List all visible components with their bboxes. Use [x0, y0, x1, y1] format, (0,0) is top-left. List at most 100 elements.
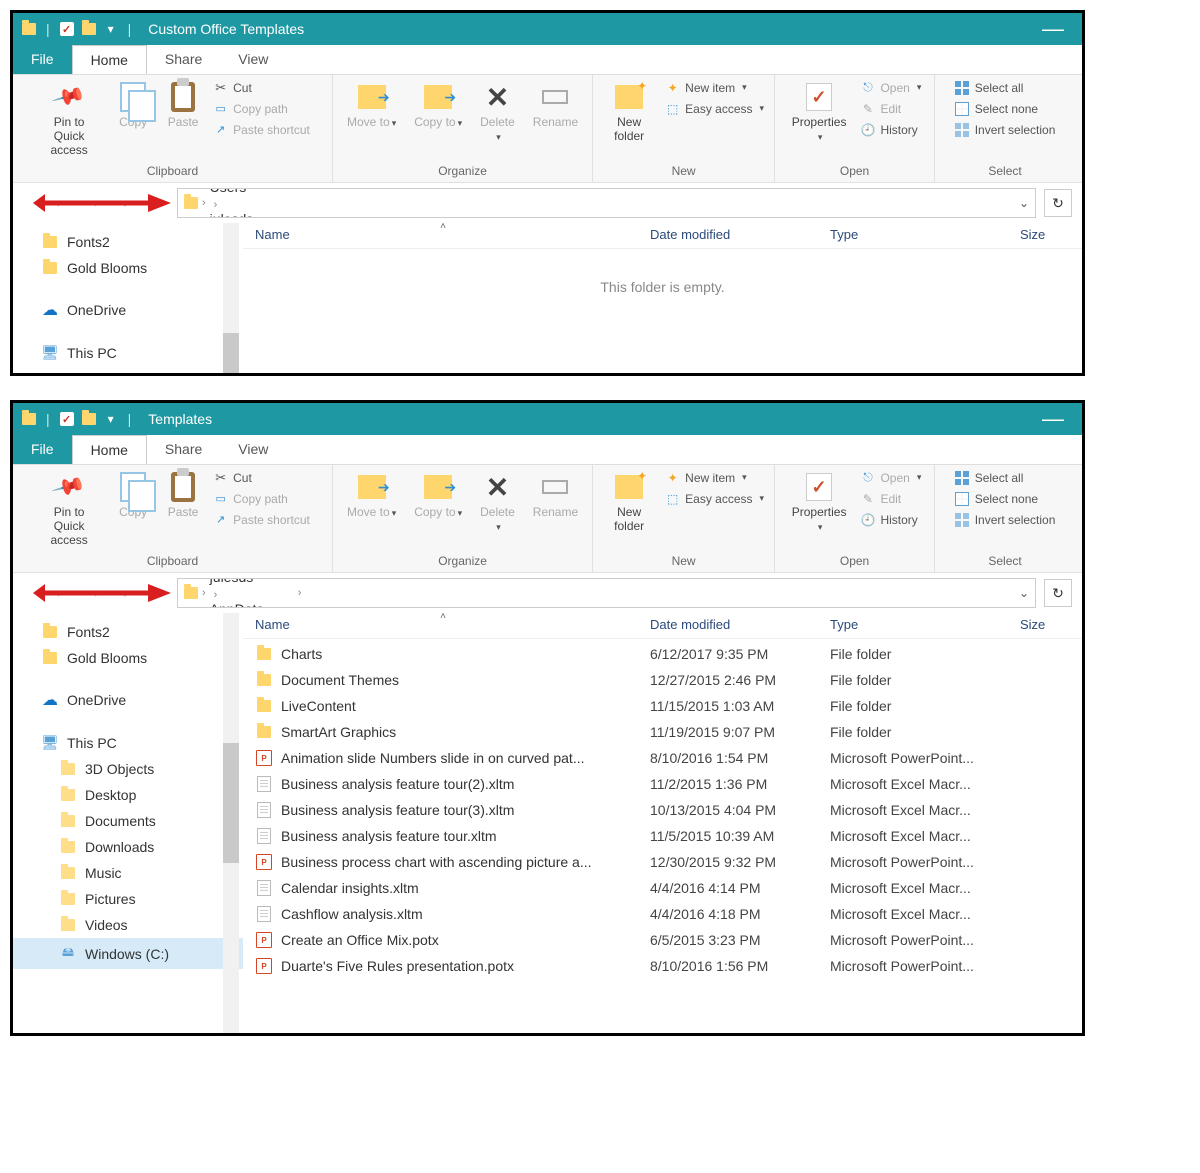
column-type[interactable]: Type — [830, 617, 1020, 632]
column-name[interactable]: Name — [255, 227, 650, 242]
nav-item[interactable]: Desktop — [13, 782, 243, 808]
nav-recent-button[interactable]: ▾ — [113, 191, 137, 215]
select-all-button[interactable]: Select all — [953, 79, 1058, 96]
history-button[interactable]: 🕘History — [858, 511, 923, 528]
pin-to-quick-access-button[interactable]: 📌 Pin to Quick access — [33, 79, 105, 159]
rename-button[interactable]: Rename — [527, 469, 584, 521]
refresh-button[interactable]: ↻ — [1044, 189, 1072, 217]
nav-item[interactable]: ☁OneDrive — [13, 295, 243, 325]
breadcrumb-segment[interactable]: AppData — [210, 601, 294, 608]
file-row[interactable]: PAnimation slide Numbers slide in on cur… — [255, 745, 1082, 771]
qat-dropdown-icon[interactable]: ▾ — [103, 21, 119, 37]
nav-item[interactable]: Videos — [13, 912, 243, 938]
column-date[interactable]: Date modified — [650, 227, 830, 242]
qat-dropdown-icon[interactable]: ▾ — [103, 411, 119, 427]
tab-view[interactable]: View — [220, 435, 286, 464]
cut-button[interactable]: ✂Cut — [211, 79, 312, 96]
cut-button[interactable]: ✂Cut — [211, 469, 312, 486]
file-row[interactable]: SmartArt Graphics11/19/2015 9:07 PMFile … — [255, 719, 1082, 745]
copy-to-button[interactable]: Copy to▾ — [408, 469, 468, 521]
properties-button[interactable]: ✓ Properties▾ — [786, 79, 853, 145]
file-row[interactable]: Business analysis feature tour(3).xltm10… — [255, 797, 1082, 823]
nav-item[interactable]: Gold Blooms — [13, 645, 243, 671]
qat-folder-icon[interactable] — [81, 21, 97, 37]
tab-file[interactable]: File — [13, 45, 72, 74]
paste-shortcut-button[interactable]: ↗Paste shortcut — [211, 511, 312, 528]
nav-back-button[interactable]: ← — [49, 191, 73, 215]
navigation-pane[interactable]: Fonts2Gold Blooms ☁OneDrive 🖥This PC — [13, 223, 243, 373]
new-folder-button[interactable]: New folder — [601, 469, 657, 535]
invert-selection-button[interactable]: Invert selection — [953, 511, 1058, 528]
new-item-button[interactable]: ✦New item▾ — [663, 469, 766, 486]
copy-path-button[interactable]: ▭Copy path — [211, 100, 312, 117]
new-item-button[interactable]: ✦New item▾ — [663, 79, 766, 96]
move-to-button[interactable]: Move to▾ — [341, 469, 402, 521]
nav-item[interactable]: Music — [13, 860, 243, 886]
breadcrumb-segment[interactable]: Users — [210, 188, 366, 195]
file-row[interactable]: Calendar insights.xltm4/4/2016 4:14 PMMi… — [255, 875, 1082, 901]
navigation-pane[interactable]: Fonts2Gold Blooms ☁OneDrive 🖥This PC3D Obj… — [13, 613, 243, 1033]
address-dropdown-icon[interactable]: ⌄ — [1019, 196, 1029, 210]
column-size[interactable]: Size — [1020, 617, 1070, 632]
title-bar[interactable]: | ✓ ▾ | Templates — — [13, 403, 1082, 435]
column-type[interactable]: Type — [830, 227, 1020, 242]
column-date[interactable]: Date modified — [650, 617, 830, 632]
rename-button[interactable]: Rename — [527, 79, 584, 131]
file-row[interactable]: PDuarte's Five Rules presentation.potx8/… — [255, 953, 1082, 979]
nav-item[interactable]: 3D Objects — [13, 756, 243, 782]
refresh-button[interactable]: ↻ — [1044, 579, 1072, 607]
tab-home[interactable]: Home — [72, 435, 147, 464]
move-to-button[interactable]: Move to▾ — [341, 79, 402, 131]
nav-forward-button[interactable]: → — [81, 191, 105, 215]
nav-item[interactable]: Fonts2 — [13, 619, 243, 645]
nav-item[interactable]: 🖴Windows (C:) — [13, 938, 243, 969]
copy-to-button[interactable]: Copy to▾ — [408, 79, 468, 131]
history-button[interactable]: 🕘History — [858, 121, 923, 138]
column-name[interactable]: Name — [255, 617, 650, 632]
qat-properties-icon[interactable]: ✓ — [59, 411, 75, 427]
nav-scrollbar-thumb[interactable] — [223, 743, 239, 863]
address-dropdown-icon[interactable]: ⌄ — [1019, 586, 1029, 600]
edit-button[interactable]: ✎Edit — [858, 100, 923, 117]
tab-share[interactable]: Share — [147, 45, 220, 74]
file-row[interactable]: Document Themes12/27/2015 2:46 PMFile fo… — [255, 667, 1082, 693]
nav-back-button[interactable]: ← — [49, 581, 73, 605]
file-row[interactable]: LiveContent11/15/2015 1:03 AMFile folder — [255, 693, 1082, 719]
nav-recent-button[interactable]: ▾ — [113, 581, 137, 605]
edit-button[interactable]: ✎Edit — [858, 490, 923, 507]
qat-folder-icon[interactable] — [81, 411, 97, 427]
paste-button[interactable]: Paste — [161, 79, 205, 131]
minimize-button[interactable]: — — [1032, 16, 1074, 42]
copy-button[interactable]: Copy — [111, 469, 155, 521]
nav-forward-button[interactable]: → — [81, 581, 105, 605]
nav-item[interactable]: 🖥This PC — [13, 339, 243, 366]
file-row[interactable]: PCreate an Office Mix.potx6/5/2015 3:23 … — [255, 927, 1082, 953]
nav-item[interactable]: Fonts2 — [13, 229, 243, 255]
nav-item[interactable]: Pictures — [13, 886, 243, 912]
easy-access-button[interactable]: ⬚Easy access▾ — [663, 100, 766, 117]
invert-selection-button[interactable]: Invert selection — [953, 121, 1058, 138]
tab-share[interactable]: Share — [147, 435, 220, 464]
copy-path-button[interactable]: ▭Copy path — [211, 490, 312, 507]
open-button[interactable]: ⎋Open▾ — [858, 469, 923, 486]
address-bar[interactable]: › This PC›Windows (C:)›Users›julesds›App… — [177, 578, 1036, 608]
nav-item[interactable]: ☁OneDrive — [13, 685, 243, 715]
nav-item[interactable]: 🖥This PC — [13, 729, 243, 756]
nav-item[interactable]: Documents — [13, 808, 243, 834]
new-folder-button[interactable]: New folder — [601, 79, 657, 145]
select-none-button[interactable]: Select none — [953, 490, 1058, 507]
properties-button[interactable]: ✓Properties▾ — [786, 469, 853, 535]
qat-properties-icon[interactable]: ✓ — [59, 21, 75, 37]
file-row[interactable]: Business analysis feature tour(2).xltm11… — [255, 771, 1082, 797]
breadcrumb-segment[interactable]: julesds — [210, 578, 294, 585]
nav-item[interactable]: Gold Blooms — [13, 255, 243, 281]
tab-view[interactable]: View — [220, 45, 286, 74]
select-all-button[interactable]: Select all — [953, 469, 1058, 486]
file-row[interactable]: PBusiness process chart with ascending p… — [255, 849, 1082, 875]
nav-scrollbar-thumb[interactable] — [223, 333, 239, 373]
nav-up-button[interactable]: ↑ — [145, 191, 169, 215]
tab-home[interactable]: Home — [72, 45, 147, 74]
delete-button[interactable]: ✕Delete▾ — [474, 469, 521, 535]
select-none-button[interactable]: Select none — [953, 100, 1058, 117]
copy-button[interactable]: Copy — [111, 79, 155, 131]
